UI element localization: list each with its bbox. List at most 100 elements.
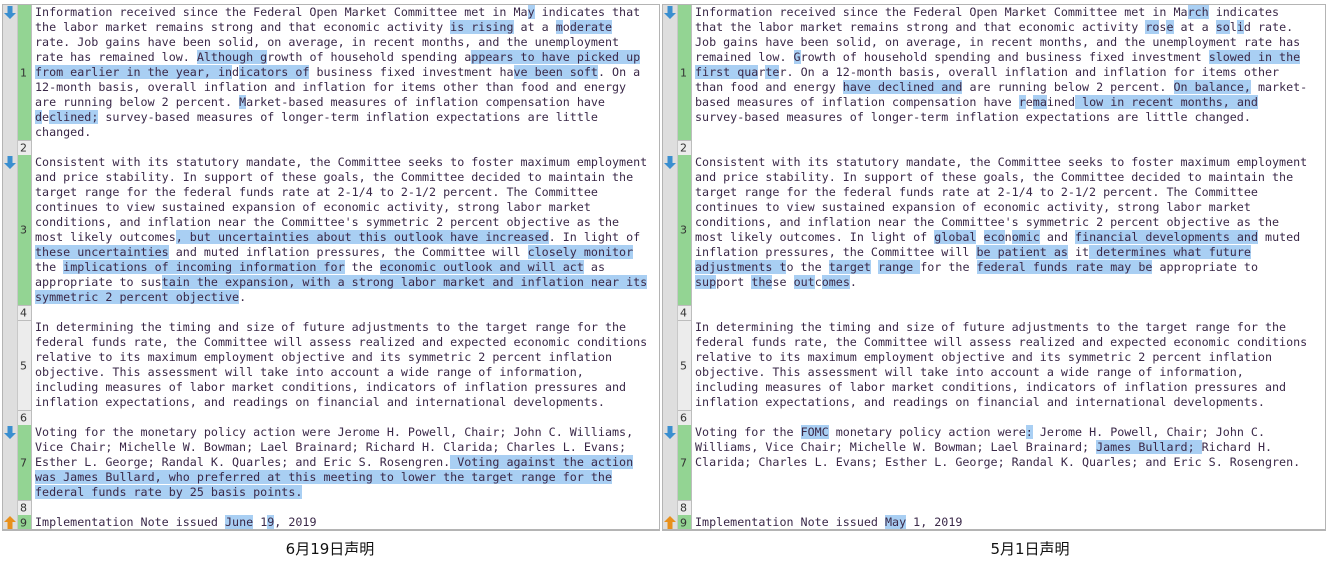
paragraph-text[interactable]: Consistent with its statutory mandate, t…	[692, 155, 1307, 305]
diff-highlight: :	[1025, 425, 1033, 439]
paragraph-text[interactable]	[32, 410, 35, 425]
paragraph-text[interactable]: In determining the timing and size of fu…	[32, 320, 647, 410]
text-line: inflation expectations, and readings on …	[695, 395, 1307, 410]
paragraph-text[interactable]: Consistent with its statutory mandate, t…	[32, 155, 648, 305]
diff-highlight: adjustments t	[695, 260, 787, 274]
paragraph-text[interactable]: Voting for the monetary policy action we…	[32, 425, 634, 500]
diff-highlight: range	[878, 260, 921, 274]
diff-highlight: be patient as	[976, 245, 1068, 259]
text-segment: including measures of labor market condi…	[35, 380, 627, 394]
right-diff-pane[interactable]: 1 Information received since the Federal …	[662, 4, 1326, 531]
text-line: Consistent with its statutory mandate, t…	[695, 155, 1307, 170]
diff-highlight: out	[793, 275, 815, 289]
paragraph-text[interactable]	[692, 305, 695, 320]
text-segment: business fixed investment ha	[309, 65, 514, 79]
text-segment: In determining the timing and size of fu…	[35, 320, 627, 334]
text-line: federal funds rate, the Committee will a…	[695, 335, 1307, 350]
text-segment: based measures of inflation compensation…	[695, 95, 1019, 109]
text-segment: appropriate to sus	[35, 275, 162, 289]
text-line: 12-month basis, overall inflation and in…	[35, 80, 640, 95]
gutter-icon-cell	[663, 5, 678, 140]
text-segment: arket-based measures of inflation compen…	[246, 95, 605, 109]
text-segment: In determining the timing and size of fu…	[695, 320, 1287, 334]
text-line: inflation pressures, the Committee will …	[695, 245, 1307, 260]
line-number-cell: 9	[18, 515, 32, 529]
text-segment: Esther L. George; Randal K. Quarles; and…	[35, 455, 451, 469]
paragraph-text[interactable]: Information received since the Federal O…	[692, 5, 1307, 140]
diff-highlight: determines what future	[1089, 245, 1251, 259]
text-segment: . On a	[597, 65, 641, 79]
gutter-icon-cell	[663, 515, 678, 529]
text-segment: rowth of household spending and business…	[800, 50, 1209, 64]
paragraph-text[interactable]: Voting for the FOMC monetary policy acti…	[692, 425, 1300, 500]
left-diff-pane[interactable]: 1 Information received since the Federal …	[2, 4, 660, 531]
text-line: declined; survey-based measures of longe…	[35, 110, 640, 125]
text-segment: indicates that	[534, 5, 641, 19]
text-line: Williams, Vice Chair; Michelle W. Bowman…	[695, 440, 1300, 455]
text-segment: continues to view sustained expansion of…	[35, 200, 591, 214]
paragraph-text[interactable]: In determining the timing and size of fu…	[692, 320, 1307, 410]
diff-highlight: from earlier in the year, in	[35, 65, 233, 79]
text-segment: relative to its maximum employment objec…	[35, 350, 612, 364]
text-segment: most likely outcomes	[35, 230, 176, 244]
text-segment: indicates	[1208, 5, 1280, 19]
diff-block: 2	[663, 140, 1325, 155]
text-segment: Implementation Note issued	[695, 515, 885, 529]
line-number-cell: 8	[678, 500, 692, 515]
text-segment: and price stability. In support of these…	[695, 170, 1294, 184]
gutter-icon-cell	[3, 425, 18, 500]
diff-highlight: eco	[983, 230, 1005, 244]
text-segment: are running below 2 percent.	[35, 95, 240, 109]
text-line: Clarida; Charles L. Evans; Esther L. Geo…	[695, 455, 1300, 470]
diff-highlight: Voting against the action	[450, 455, 634, 469]
text-segment: Consistent with its statutory mandate, t…	[35, 155, 648, 169]
diff-highlight: federal funds rate by 25 basis points.	[35, 485, 303, 499]
paragraph-text[interactable]	[32, 305, 35, 320]
diff-highlight: , but uncertainties about this outlook h…	[175, 230, 549, 244]
paragraph-text[interactable]	[32, 140, 35, 155]
diff-block: 9 Implementation Note issued May 1, 2019	[663, 515, 1325, 529]
paragraph-text[interactable]: Implementation Note issued May 1, 2019	[692, 515, 962, 529]
diff-highlight: e	[1166, 20, 1174, 34]
paragraph-text[interactable]	[692, 410, 695, 425]
diff-highlight: low in recent months, and	[1075, 95, 1258, 109]
paragraph-text[interactable]: Information received since the Federal O…	[32, 5, 640, 140]
diff-highlight: d	[35, 110, 43, 124]
diff-highlight: G	[793, 50, 801, 64]
line-number: 4	[680, 306, 687, 320]
text-segment: most likely outcomes. In light of	[695, 230, 935, 244]
text-line: In determining the timing and size of fu…	[695, 320, 1307, 335]
diff-highlight: first qua	[695, 65, 759, 79]
text-segment: than food and energy	[695, 80, 843, 94]
text-line: target range for the federal funds rate …	[35, 185, 647, 200]
diff-highlight: Although g	[196, 50, 268, 64]
gutter-icon-cell	[663, 155, 678, 305]
text-segment: federal funds rate, the Committee will a…	[695, 335, 1308, 349]
text-segment: and muted inflation pressures, the Commi…	[168, 245, 528, 259]
text-segment: muted	[1258, 230, 1301, 244]
paragraph-text[interactable]	[692, 140, 695, 155]
text-segment: relative to its maximum employment objec…	[695, 350, 1272, 364]
paragraph-text[interactable]	[32, 500, 35, 515]
text-line: adjustments to the target range for the …	[695, 260, 1307, 275]
diff-highlight: so	[1215, 20, 1230, 34]
text-segment	[976, 230, 983, 244]
line-number-cell: 5	[678, 320, 692, 410]
text-line: from earlier in the year, indicators of …	[35, 65, 640, 80]
line-number: 9	[20, 516, 27, 529]
text-line: Information received since the Federal O…	[35, 5, 640, 20]
text-segment: for the	[920, 260, 977, 274]
text-segment: o	[562, 20, 570, 34]
diff-highlight: ve been soft	[513, 65, 598, 79]
text-segment: the	[344, 260, 380, 274]
text-segment: Consistent with its statutory mandate, t…	[695, 155, 1308, 169]
text-segment: inflation expectations, and readings on …	[35, 395, 605, 409]
text-line: conditions, and inflation near the Commi…	[695, 215, 1307, 230]
paragraph-text[interactable]: Implementation Note issued June 19, 2019	[32, 515, 317, 529]
text-segment: monetary policy action were	[828, 425, 1026, 439]
line-number-cell: 3	[678, 155, 692, 305]
paragraph-text[interactable]	[692, 500, 695, 515]
diff-highlight: economic outlook and will act	[379, 260, 584, 274]
diff-block: 8	[663, 500, 1325, 515]
line-number-cell: 2	[18, 140, 32, 155]
